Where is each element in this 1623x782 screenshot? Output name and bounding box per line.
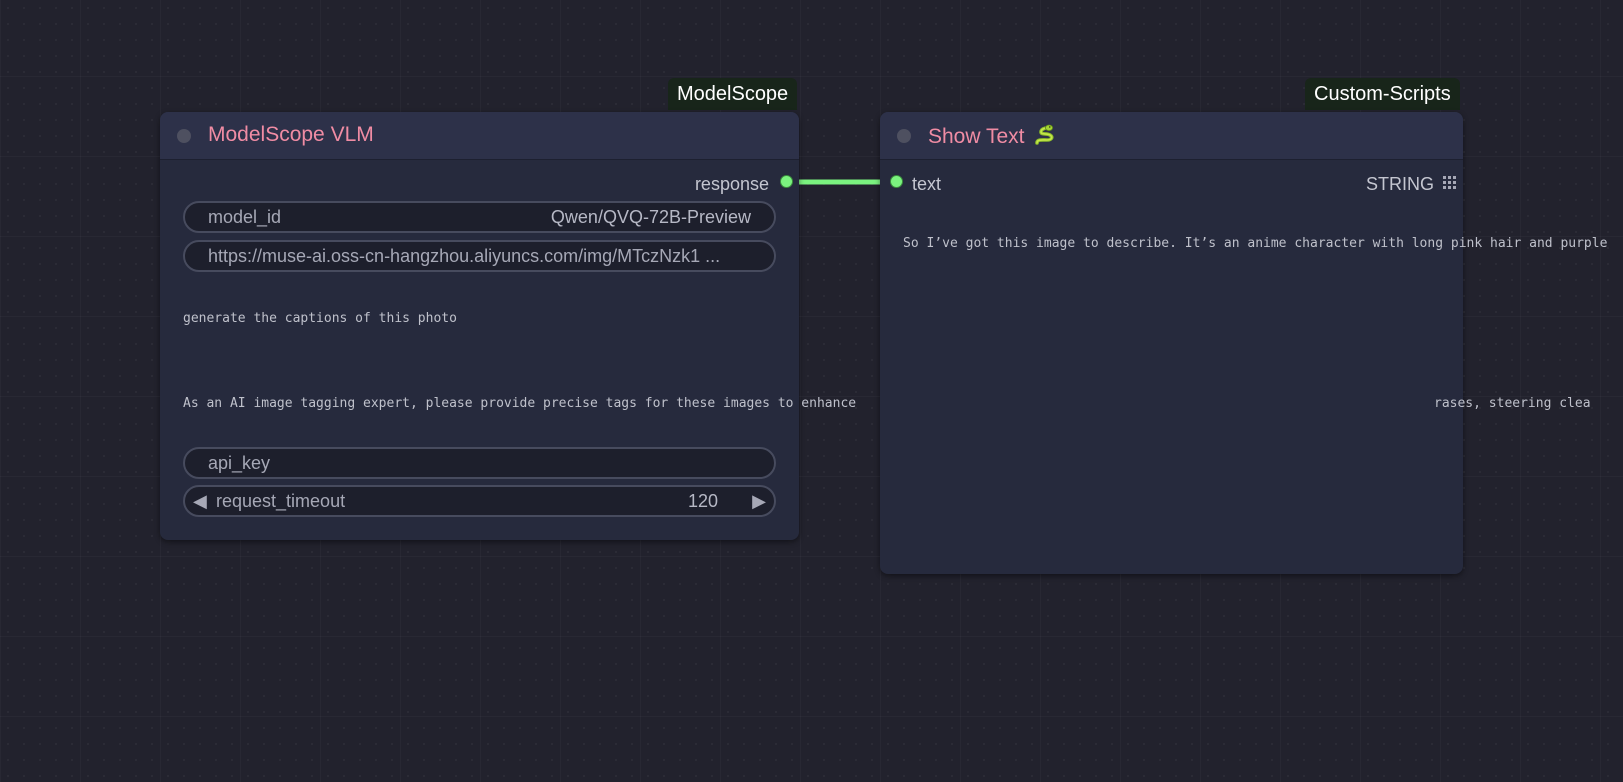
increment-arrow-icon[interactable]: ▶ (752, 487, 766, 515)
image-url-value: https://muse-ai.oss-cn-hangzhou.aliyuncs… (208, 246, 721, 266)
snake-icon (1034, 124, 1053, 145)
modelscope-vlm-node[interactable]: ModelScope VLM response model_id Qwen/QV… (160, 112, 856, 540)
output-type-label: STRING (1365, 174, 1434, 194)
input-label-text: text (912, 174, 942, 194)
show-text-node[interactable]: Show Text text STRING (880, 112, 1463, 574)
collapse-dot-icon[interactable] (897, 129, 911, 143)
output-slot-response[interactable] (780, 175, 793, 188)
request-timeout-label: request_timeout (216, 491, 346, 511)
api-key-label: api_key (208, 453, 271, 473)
show-text-title: Show Text (928, 125, 1025, 148)
output-label-response: response (694, 174, 769, 194)
input-slot-text[interactable] (890, 175, 903, 188)
api-key-field[interactable]: api_key (183, 447, 776, 479)
node-source-badge-custom-scripts: Custom-Scripts (1305, 78, 1460, 110)
model-id-value: Qwen/QVQ-72B-Preview (550, 207, 751, 227)
request-timeout-value: 120 (687, 491, 718, 511)
system-prompt-overflow-tail: rases, steering clea (1434, 396, 1591, 411)
prompt-textarea[interactable]: generate the captions of this photo (183, 311, 457, 326)
decrement-arrow-icon[interactable]: ◀ (193, 487, 207, 515)
node-title: ModelScope VLM (208, 123, 374, 146)
grid-icon[interactable] (1443, 176, 1456, 189)
show-text-output[interactable]: So I’ve got this image to describe. It’s… (903, 236, 1607, 251)
node-source-badge: ModelScope (668, 78, 798, 110)
system-prompt-textarea[interactable]: As an AI image tagging expert, please pr… (183, 396, 856, 411)
model-id-combo[interactable]: model_id Qwen/QVQ-72B-Preview (183, 201, 776, 233)
collapse-dot-icon[interactable] (177, 129, 191, 143)
image-url-field[interactable]: https://muse-ai.oss-cn-hangzhou.aliyuncs… (183, 240, 776, 272)
workflow-canvas[interactable]: ModelScope ModelScope VLM response model… (0, 0, 1623, 782)
request-timeout-stepper[interactable]: ◀ request_timeout 120 ▶ (183, 485, 776, 517)
node-title-show-text: Show Text (928, 123, 1057, 149)
node-header-show-text[interactable]: Show Text (880, 112, 1463, 160)
model-id-label: model_id (208, 207, 282, 227)
node-header[interactable]: ModelScope VLM (160, 112, 799, 160)
